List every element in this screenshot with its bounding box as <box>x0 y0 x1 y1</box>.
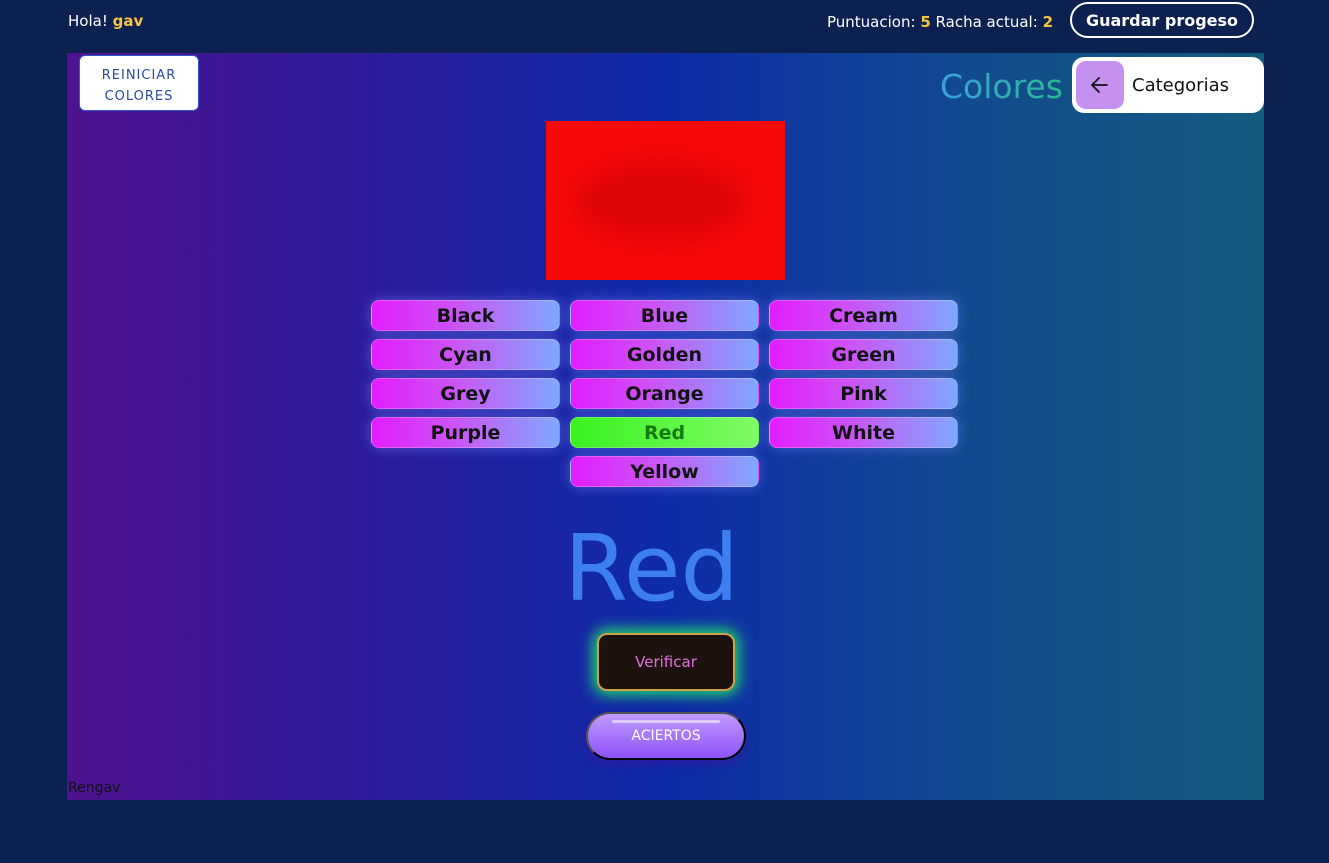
color-option-cyan[interactable]: Cyan <box>371 339 560 370</box>
categories-label: Categorias <box>1132 75 1229 96</box>
color-option-golden[interactable]: Golden <box>570 339 759 370</box>
greeting-prefix: Hola! <box>68 12 108 30</box>
verify-button[interactable]: Verificar <box>597 633 735 691</box>
save-progress-button[interactable]: Guardar progeso <box>1070 2 1254 38</box>
color-option-yellow[interactable]: Yellow <box>570 456 759 487</box>
answer-display: Red <box>564 515 739 622</box>
color-swatch <box>546 121 785 280</box>
color-option-white[interactable]: White <box>769 417 958 448</box>
streak-label: Racha actual: <box>935 13 1038 31</box>
color-option-red[interactable]: Red <box>570 417 759 448</box>
footer-name: Rengav <box>68 780 121 796</box>
color-option-purple[interactable]: Purple <box>371 417 560 448</box>
score-value: 5 <box>920 13 931 31</box>
streak-value: 2 <box>1042 13 1053 31</box>
color-option-cream[interactable]: Cream <box>769 300 958 331</box>
color-option-orange[interactable]: Orange <box>570 378 759 409</box>
username: gav <box>112 12 144 30</box>
greeting: Hola! gav <box>68 12 143 30</box>
game-panel: REINICIAR COLORES Colores Categorias Bla… <box>67 53 1264 800</box>
top-bar: Hola! gav Puntuacion: 5 Racha actual: 2 … <box>0 0 1329 50</box>
color-options: Black Blue Cream Cyan Golden Green Grey Orange P… <box>371 300 960 487</box>
categories-button[interactable]: Categorias <box>1072 57 1264 113</box>
swatch-shading <box>576 161 746 241</box>
color-option-black[interactable]: Black <box>371 300 560 331</box>
reset-colors-button[interactable]: REINICIAR COLORES <box>79 55 199 111</box>
section-title: Colores <box>940 67 1063 106</box>
color-option-green[interactable]: Green <box>769 339 958 370</box>
arrow-left-icon <box>1076 61 1124 109</box>
hits-button[interactable]: ACIERTOS <box>586 712 746 760</box>
score-label: Puntuacion: <box>827 13 916 31</box>
score-display: Puntuacion: 5 Racha actual: 2 <box>827 13 1053 31</box>
color-option-pink[interactable]: Pink <box>769 378 958 409</box>
color-option-blue[interactable]: Blue <box>570 300 759 331</box>
color-option-grey[interactable]: Grey <box>371 378 560 409</box>
